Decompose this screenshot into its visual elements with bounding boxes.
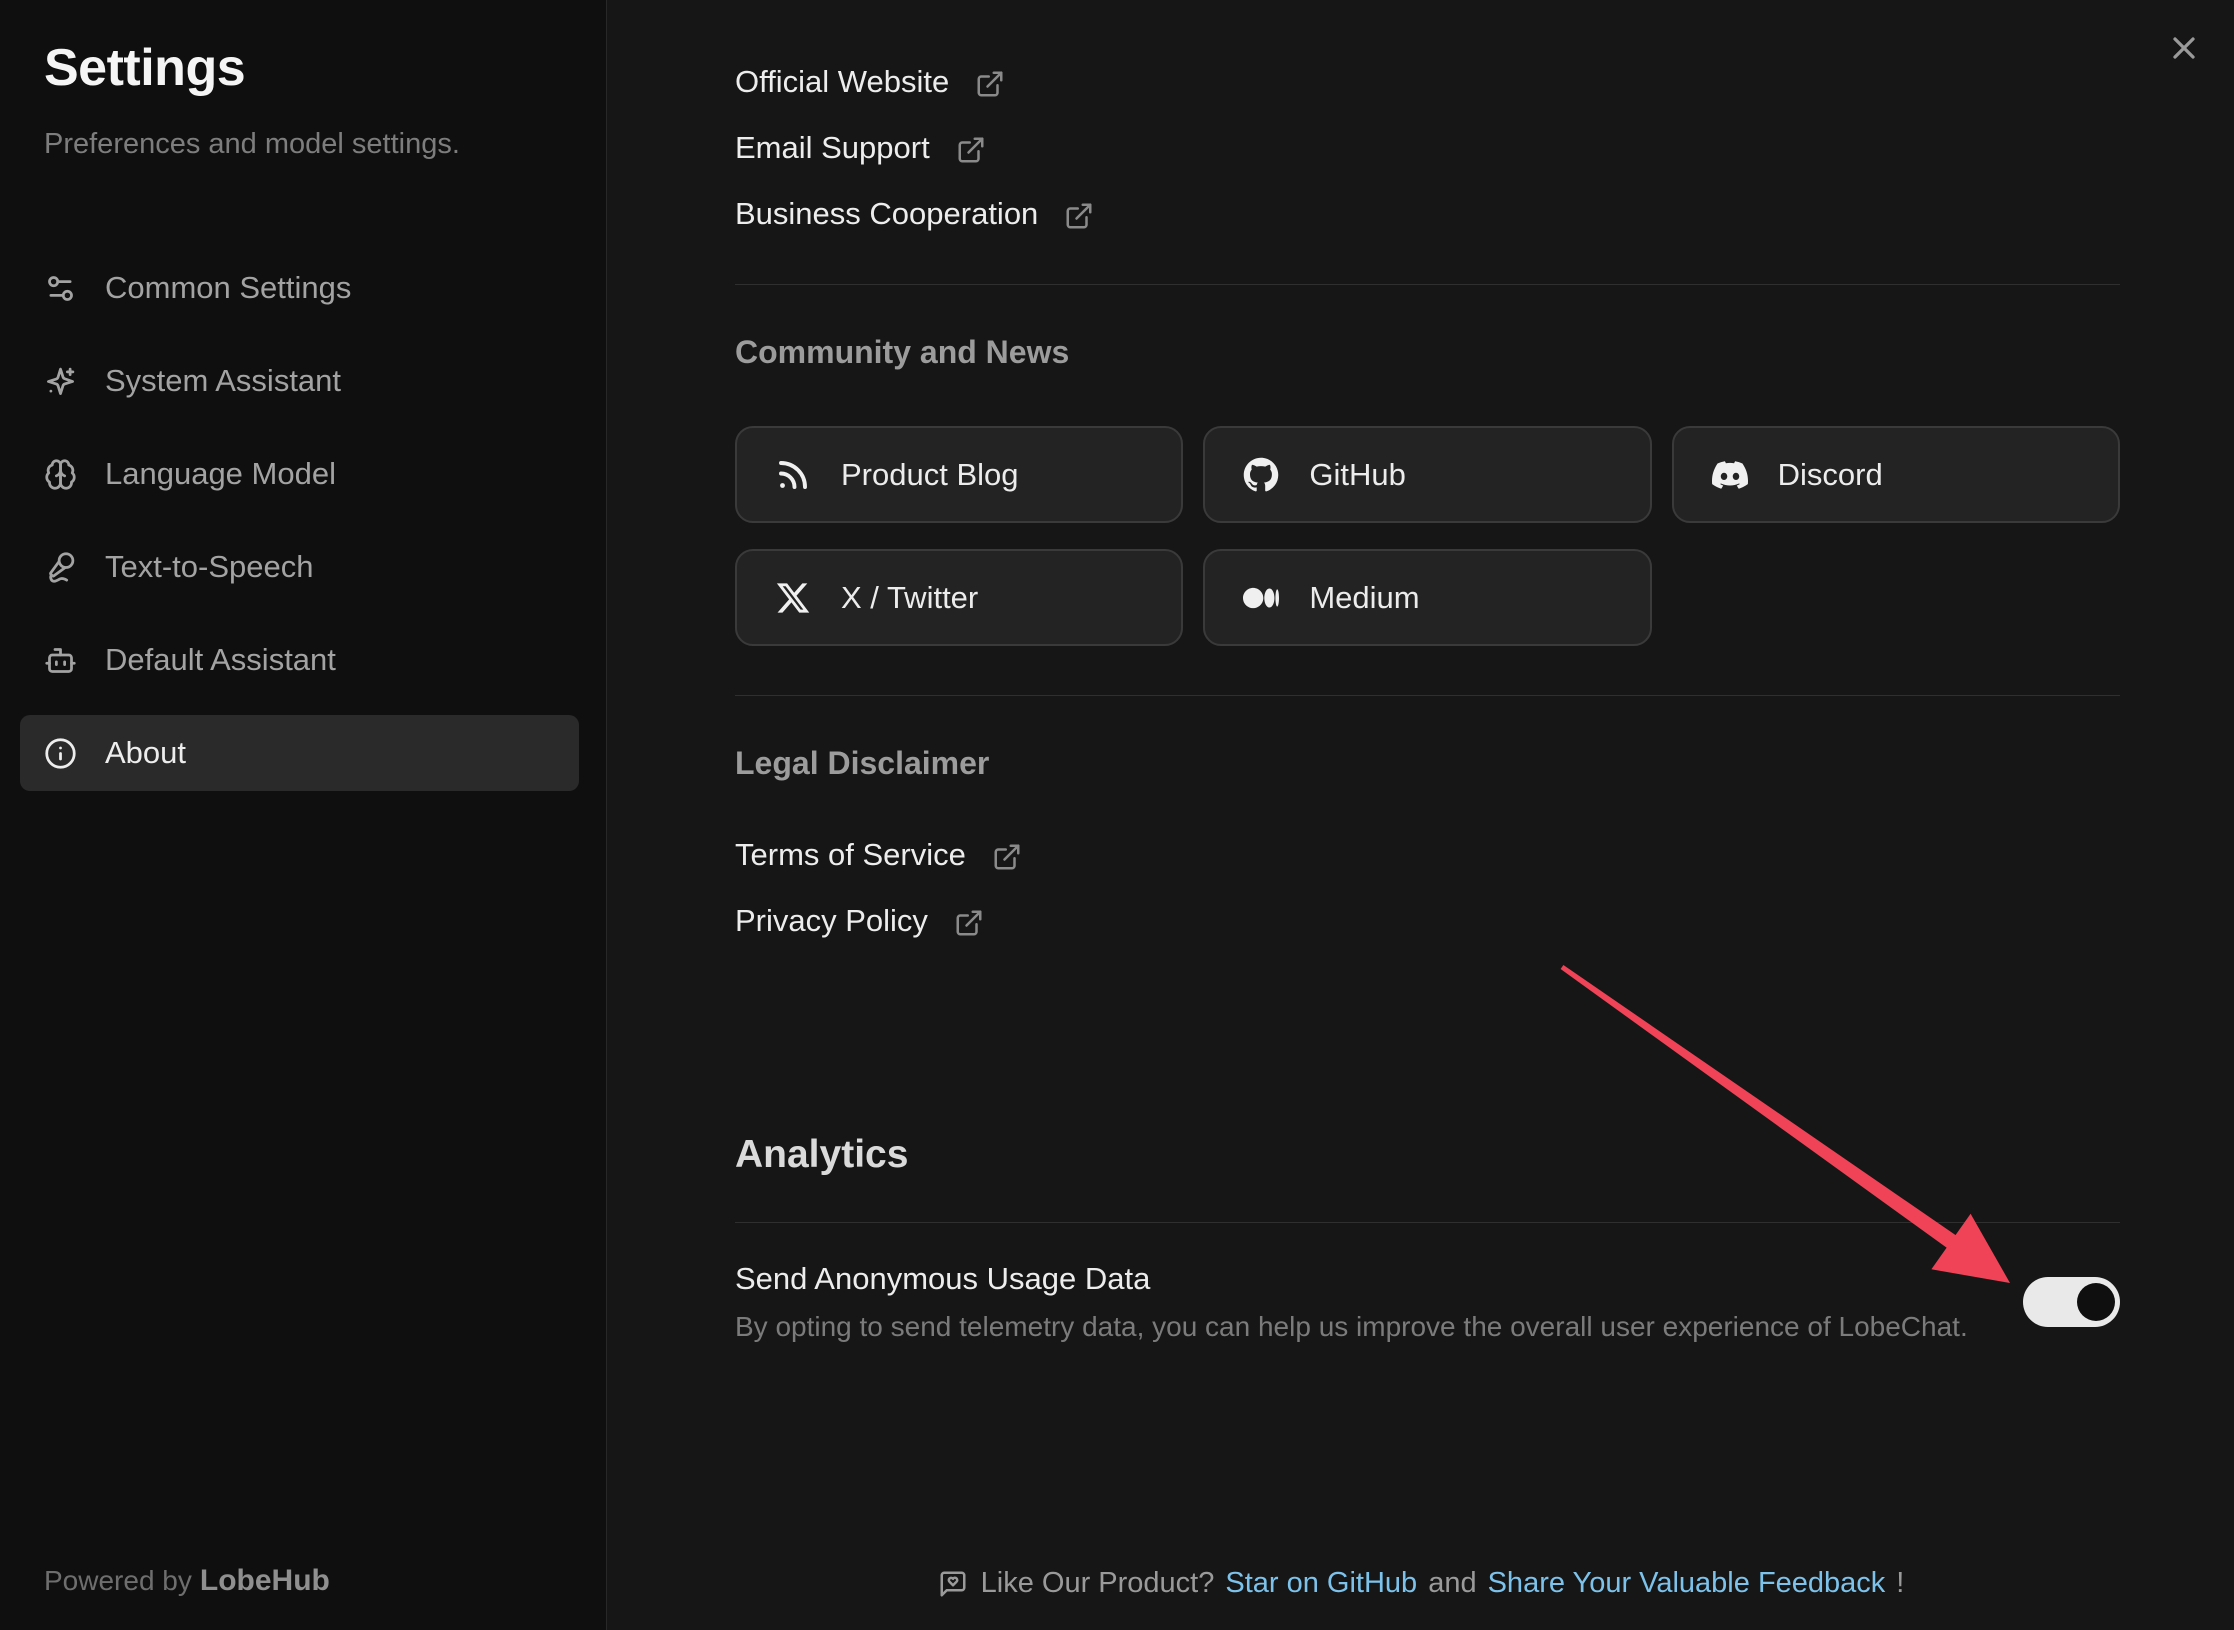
sidebar-item-language-model[interactable]: Language Model <box>20 436 579 512</box>
link-official-website[interactable]: Official Website <box>735 49 1094 115</box>
link-label: Terms of Service <box>735 837 966 873</box>
message-heart-icon <box>938 1569 968 1599</box>
powered-by-text: Powered by <box>44 1565 192 1596</box>
sidebar-item-label: About <box>105 735 186 771</box>
contact-links: Official Website Email Support Business … <box>735 49 1094 247</box>
medium-icon <box>1243 580 1279 616</box>
sparkles-icon <box>44 365 77 398</box>
sidebar-item-label: Text-to-Speech <box>105 549 314 585</box>
setting-title: Send Anonymous Usage Data <box>735 1258 1968 1300</box>
about-content: Contact Us Official Website Email Suppor… <box>735 0 2120 1630</box>
footer-text: Like Our Product? <box>981 1567 1215 1600</box>
sidebar-item-label: Language Model <box>105 456 336 492</box>
sidebar-item-text-to-speech[interactable]: Text-to-Speech <box>20 529 579 605</box>
external-link-icon <box>956 135 986 165</box>
external-link-icon <box>992 842 1022 872</box>
settings-modal: Settings Preferences and model settings.… <box>0 0 2234 1630</box>
github-icon <box>1243 457 1279 493</box>
sidebar-item-about[interactable]: About <box>20 715 579 791</box>
link-privacy-policy[interactable]: Privacy Policy <box>735 888 1022 954</box>
section-title-contact-us: Contact Us <box>735 0 904 5</box>
link-label: Business Cooperation <box>735 196 1038 232</box>
powered-by: Powered by LobeHub <box>44 1564 330 1598</box>
section-title-analytics: Analytics <box>735 1131 908 1179</box>
x-logo-icon <box>775 580 811 616</box>
feedback-footer: Like Our Product? Star on GitHub and Sha… <box>608 1567 2234 1600</box>
share-feedback-link[interactable]: Share Your Valuable Feedback <box>1488 1567 1886 1600</box>
link-label: Email Support <box>735 130 930 166</box>
close-button[interactable] <box>2160 24 2208 72</box>
medium-button[interactable]: Medium <box>1203 549 1651 646</box>
external-link-icon <box>975 69 1005 99</box>
github-button[interactable]: GitHub <box>1203 426 1651 523</box>
section-divider <box>735 695 2120 696</box>
analytics-setting-text: Send Anonymous Usage Data By opting to s… <box>735 1258 1968 1346</box>
link-terms-of-service[interactable]: Terms of Service <box>735 822 1022 888</box>
star-on-github-link[interactable]: Star on GitHub <box>1225 1567 1417 1600</box>
sidebar-item-system-assistant[interactable]: System Assistant <box>20 343 579 419</box>
product-blog-button[interactable]: Product Blog <box>735 426 1183 523</box>
link-email-support[interactable]: Email Support <box>735 115 1094 181</box>
close-icon <box>2166 30 2202 66</box>
link-label: Privacy Policy <box>735 903 928 939</box>
button-label: Product Blog <box>841 457 1019 493</box>
mic-icon <box>44 551 77 584</box>
discord-icon <box>1712 457 1748 493</box>
footer-text: and <box>1428 1567 1476 1600</box>
link-label: Official Website <box>735 64 949 100</box>
x-twitter-button[interactable]: X / Twitter <box>735 549 1183 646</box>
button-label: Discord <box>1778 457 1883 493</box>
link-business-cooperation[interactable]: Business Cooperation <box>735 181 1094 247</box>
external-link-icon <box>954 908 984 938</box>
setting-description: By opting to send telemetry data, you ca… <box>735 1308 1968 1346</box>
footer-text: ! <box>1896 1567 1904 1600</box>
brain-icon <box>44 458 77 491</box>
button-label: X / Twitter <box>841 580 978 616</box>
button-label: GitHub <box>1309 457 1405 493</box>
section-divider <box>735 1222 2120 1223</box>
settings-sidebar: Settings Preferences and model settings.… <box>0 0 607 1630</box>
legal-links: Terms of Service Privacy Policy <box>735 822 1022 954</box>
page-title: Settings <box>44 38 245 98</box>
section-divider <box>735 284 2120 285</box>
analytics-setting-row: Send Anonymous Usage Data By opting to s… <box>735 1258 2120 1346</box>
button-label: Medium <box>1309 580 1419 616</box>
page-subtitle: Preferences and model settings. <box>44 128 460 161</box>
sidebar-item-common-settings[interactable]: Common Settings <box>20 250 579 326</box>
usage-data-toggle[interactable] <box>2023 1277 2120 1327</box>
info-icon <box>44 737 77 770</box>
about-panel: Contact Us Official Website Email Suppor… <box>608 0 2234 1630</box>
rss-icon <box>775 457 811 493</box>
section-title-community: Community and News <box>735 333 1069 371</box>
external-link-icon <box>1064 201 1094 231</box>
settings-nav: Common Settings System Assistant Languag… <box>20 250 579 808</box>
sidebar-item-label: System Assistant <box>105 363 341 399</box>
community-buttons: Product Blog GitHub Discord X / Twitter … <box>735 426 2120 646</box>
sliders-icon <box>44 272 77 305</box>
sidebar-item-label: Common Settings <box>105 270 351 306</box>
toggle-knob <box>2077 1283 2115 1321</box>
sidebar-item-default-assistant[interactable]: Default Assistant <box>20 622 579 698</box>
lobehub-brand: LobeHub <box>200 1564 330 1597</box>
sidebar-item-label: Default Assistant <box>105 642 336 678</box>
discord-button[interactable]: Discord <box>1672 426 2120 523</box>
section-title-legal: Legal Disclaimer <box>735 744 989 782</box>
bot-icon <box>44 644 77 677</box>
